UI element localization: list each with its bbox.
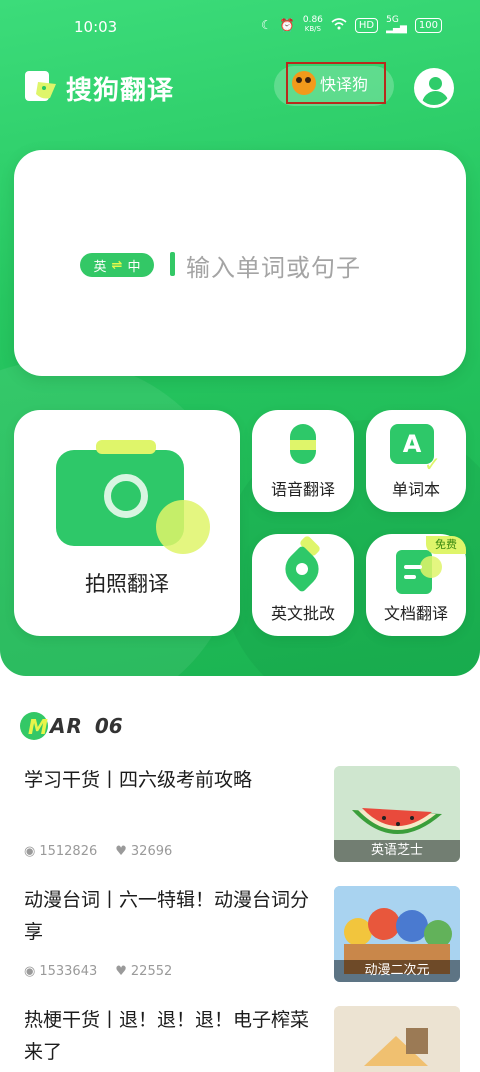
free-badge: 免费: [426, 536, 466, 554]
alarm-icon: ⏰: [279, 18, 295, 32]
likes-stat: ♥ 32696: [115, 844, 172, 859]
profile-avatar-button[interactable]: [414, 68, 454, 108]
article-title[interactable]: 动漫台词丨六一特辑！动漫台词分享: [24, 884, 314, 948]
camera-icon-decor: [156, 500, 210, 554]
text-cursor: [170, 252, 175, 276]
article-title[interactable]: 热梗干货丨退！退！退！电子榨菜来了: [24, 1004, 314, 1068]
date-month-rest: AR: [50, 714, 83, 738]
article-item[interactable]: 热梗干货丨退！退！退！电子榨菜来了: [0, 1004, 480, 1072]
eye-icon: ◉: [24, 964, 36, 979]
views-stat: ◉ 1512826: [24, 844, 97, 859]
check-icon: ✓: [424, 452, 441, 476]
hd-badge: HD: [354, 17, 379, 33]
article-stats: ◉ 1512826 ♥ 32696: [24, 844, 172, 859]
article-thumbnail[interactable]: 英语芝士: [334, 766, 460, 862]
source-language: 英: [93, 259, 107, 275]
english-correction-label: 英文批改: [270, 604, 335, 623]
date-day: 06: [94, 714, 123, 738]
likes-count: 32696: [130, 844, 173, 859]
article-thumbnail[interactable]: [334, 1006, 460, 1072]
status-bar: 10:03 ☾ ⏰ 0.86 KB/S HD 5G ▂▄▆ 100: [0, 0, 480, 56]
battery-icon: 100: [414, 17, 442, 33]
network-speed-unit: KB/S: [304, 25, 321, 33]
views-count: 1512826: [39, 844, 98, 859]
camera-lens-icon: [104, 474, 148, 518]
likes-stat: ♥ 22552: [115, 964, 172, 979]
document-icon-decor: [420, 556, 442, 578]
status-icons: ☾ ⏰ 0.86 KB/S HD 5G ▂▄▆ 100: [261, 16, 442, 34]
heart-icon: ♥: [115, 964, 127, 979]
views-stat: ◉ 1533643: [24, 964, 97, 979]
voice-translate-label: 语音翻译: [270, 480, 335, 499]
pen-nib-hole: [296, 563, 308, 575]
network-speed: 0.86 KB/S: [303, 16, 323, 34]
signal-icon: 5G ▂▄▆: [386, 15, 407, 34]
signal-label: 5G: [386, 15, 399, 25]
article-title[interactable]: 学习干货丨四六级考前攻略: [24, 764, 314, 796]
date-month-first: M: [28, 715, 48, 739]
article-thumbnail[interactable]: 动漫二次元: [334, 886, 460, 982]
thumbnail-caption: 动漫二次元: [334, 960, 460, 982]
target-language: 中: [127, 259, 141, 275]
doc-translate-label: 文档翻译: [383, 604, 448, 623]
app-logo-icon: [24, 70, 58, 104]
eye-icon: ◉: [24, 844, 36, 859]
food-image: [334, 1006, 460, 1072]
photo-translate-label: 拍照翻译: [85, 572, 169, 596]
likes-count: 22552: [130, 964, 173, 979]
thumbnail-caption: 英语芝士: [334, 840, 460, 862]
kuaiyigou-button[interactable]: 快译狗: [286, 62, 386, 104]
app-title: 搜狗翻译: [66, 76, 175, 106]
wifi-icon: [331, 17, 347, 33]
camera-icon-top: [96, 440, 156, 454]
article-item[interactable]: 学习干货丨四六级考前攻略 ◉ 1512826 ♥ 32696 英语芝士: [0, 764, 480, 864]
user-icon: [429, 77, 442, 90]
date-heading: M AR 06: [20, 712, 123, 740]
moon-icon: ☾: [261, 18, 272, 32]
language-switch[interactable]: 英 ⇌ 中: [80, 253, 154, 277]
article-item[interactable]: 动漫台词丨六一特辑！动漫台词分享 ◉ 1533643 ♥ 22552 动漫二次元: [0, 884, 480, 984]
views-count: 1533643: [39, 964, 98, 979]
status-time: 10:03: [74, 18, 118, 36]
kuaiyigou-label: 快译狗: [320, 75, 369, 94]
heart-icon: ♥: [115, 844, 127, 859]
dog-avatar-icon: [292, 71, 316, 95]
article-stats: ◉ 1533643 ♥ 22552: [24, 964, 172, 979]
network-speed-value: 0.86: [302, 15, 323, 25]
document-line: [404, 575, 416, 579]
microphone-icon-band: [290, 440, 316, 450]
wordbook-label: 单词本: [391, 480, 440, 499]
swap-icon: ⇌: [111, 257, 123, 273]
translate-input-placeholder[interactable]: 输入单词或句子: [186, 248, 361, 283]
date-month-badge: M: [20, 712, 48, 740]
document-line: [404, 565, 422, 569]
